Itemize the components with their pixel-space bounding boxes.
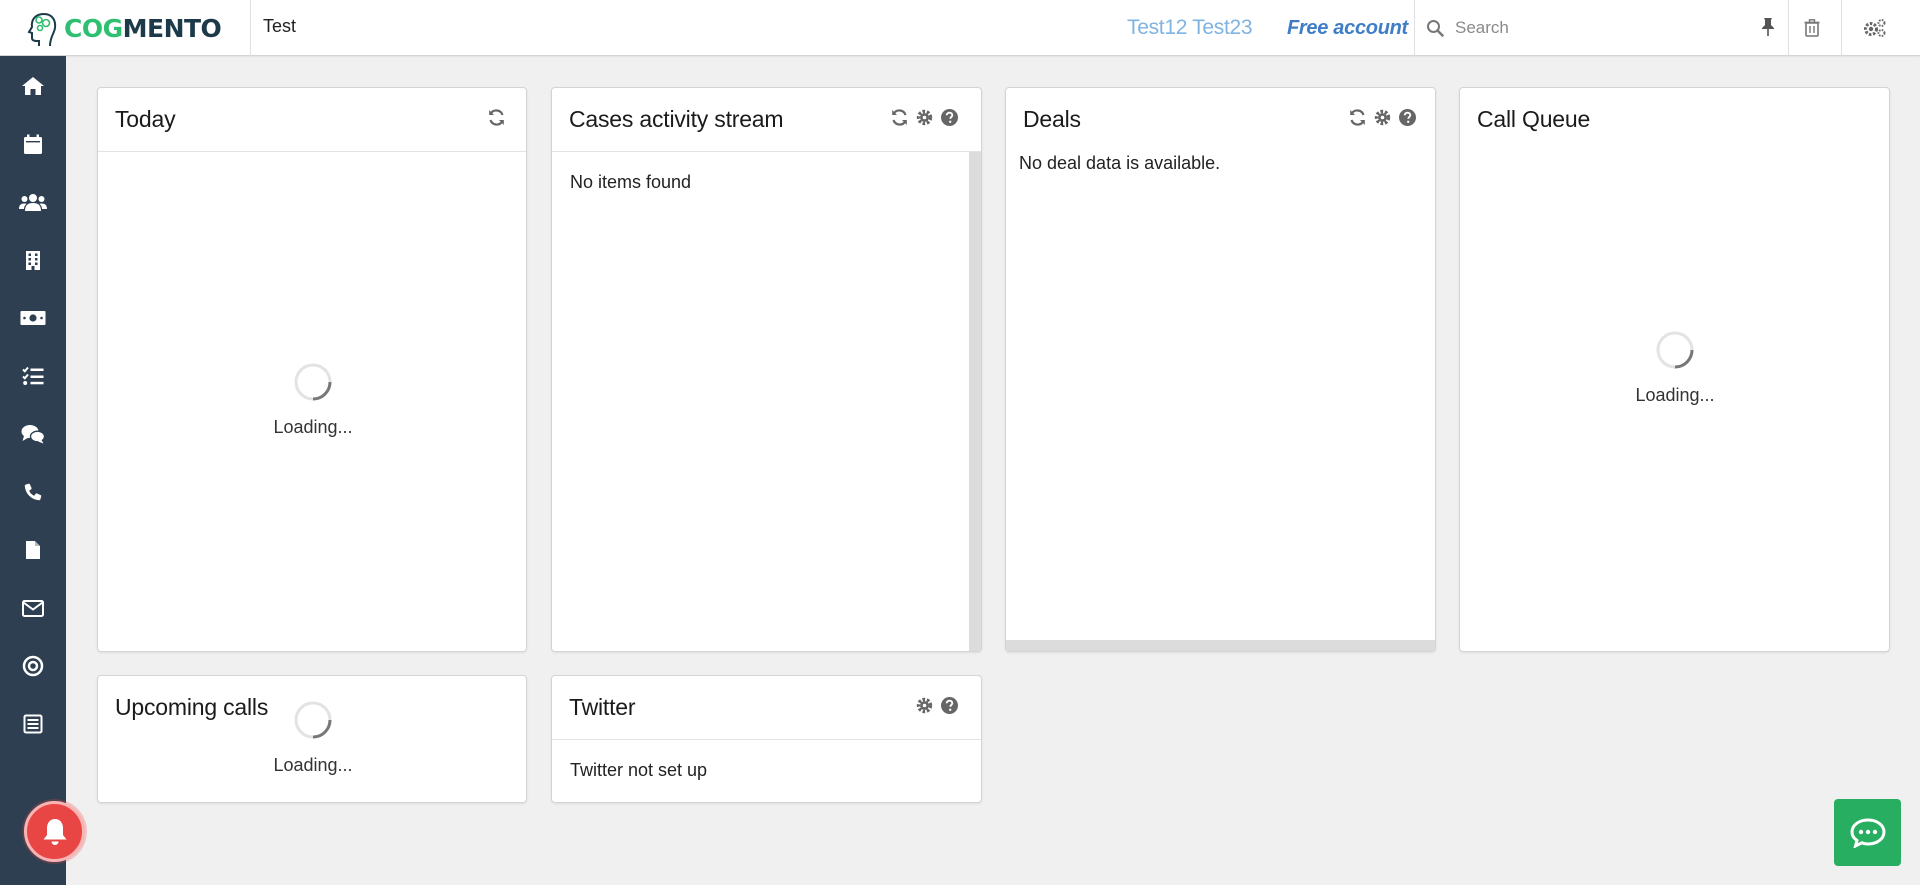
logo-text-mento: MENTO xyxy=(122,13,222,43)
scrollbar[interactable] xyxy=(969,152,981,651)
sidebar-item-calendar[interactable] xyxy=(0,124,66,164)
trash-icon xyxy=(1804,19,1819,37)
sidebar-item-deals[interactable] xyxy=(0,298,66,338)
search-icon xyxy=(1415,19,1449,37)
sidebar-item-email[interactable] xyxy=(0,588,66,628)
trash-button[interactable] xyxy=(1782,0,1842,56)
upcoming-calls-card: Upcoming calls Loading... xyxy=(97,675,527,803)
sidebar-item-contacts[interactable] xyxy=(0,182,66,222)
calls-icon xyxy=(24,483,42,501)
today-loader: Loading... xyxy=(253,362,373,438)
gear-icon[interactable] xyxy=(915,696,934,715)
call-queue-card: Call Queue Loading... xyxy=(1459,87,1890,652)
refresh-icon[interactable] xyxy=(487,108,506,127)
notification-bell-button[interactable] xyxy=(24,801,85,862)
home-icon xyxy=(22,77,44,95)
sidebar-item-calls[interactable] xyxy=(0,472,66,512)
sidebar-item-forms[interactable] xyxy=(0,704,66,744)
upcoming-calls-loader: Loading... xyxy=(253,700,373,776)
loading-spinner-icon xyxy=(294,701,332,739)
cases-icon xyxy=(21,425,45,444)
sidebar xyxy=(0,56,66,885)
campaigns-icon xyxy=(22,655,44,677)
deals-icon xyxy=(20,311,46,325)
today-card: Today Loading... xyxy=(97,87,527,652)
refresh-icon[interactable] xyxy=(890,108,909,127)
brain-head-icon xyxy=(27,13,57,47)
today-card-title: Today xyxy=(115,106,176,132)
deals-card: Deals No deal data is available. xyxy=(1005,87,1436,652)
cases-activity-card: Cases activity stream No items found xyxy=(551,87,982,652)
page-name: Test xyxy=(263,16,297,36)
twitter-card-title: Twitter xyxy=(569,694,636,720)
deals-card-title: Deals xyxy=(1023,106,1081,132)
sidebar-item-companies[interactable] xyxy=(0,240,66,280)
call-queue-loader: Loading... xyxy=(1615,330,1735,406)
sidebar-item-tasks[interactable] xyxy=(0,356,66,396)
deals-empty-message: No deal data is available. xyxy=(1019,153,1221,173)
account-type-link[interactable]: Free account xyxy=(1287,17,1408,40)
bell-icon xyxy=(43,818,66,845)
sidebar-item-documents[interactable] xyxy=(0,530,66,570)
gear-icon[interactable] xyxy=(1373,108,1392,127)
calendar-icon xyxy=(24,134,42,154)
help-icon[interactable] xyxy=(940,108,959,127)
search-bar[interactable] xyxy=(1414,0,1789,56)
settings-button[interactable] xyxy=(1845,0,1905,56)
chat-icon xyxy=(1849,817,1886,848)
call-queue-card-title: Call Queue xyxy=(1477,106,1591,132)
loading-spinner-icon xyxy=(1656,331,1694,369)
twitter-card: Twitter Twitter not set up xyxy=(551,675,982,803)
logo-text-cog: COG xyxy=(64,13,123,43)
horizontal-scrollbar[interactable] xyxy=(1006,640,1435,651)
sidebar-item-cases[interactable] xyxy=(0,414,66,454)
twitter-empty-message: Twitter not set up xyxy=(570,760,708,780)
sidebar-item-home[interactable] xyxy=(0,66,66,106)
loading-spinner-icon xyxy=(294,363,332,401)
companies-icon xyxy=(26,250,40,270)
settings-icon xyxy=(1864,19,1886,37)
contacts-icon xyxy=(19,194,47,211)
search-input[interactable] xyxy=(1449,18,1739,38)
upcoming-calls-loading-text: Loading... xyxy=(273,755,353,775)
help-icon[interactable] xyxy=(1398,108,1417,127)
pin-icon[interactable] xyxy=(1760,17,1776,42)
top-bar: COGMENTO Test Test12 Test23 Free account xyxy=(0,0,1920,56)
gear-icon[interactable] xyxy=(915,108,934,127)
cases-card-title: Cases activity stream xyxy=(569,106,784,132)
user-name-link[interactable]: Test12 Test23 xyxy=(1127,16,1253,40)
cases-empty-message: No items found xyxy=(570,172,692,192)
refresh-icon[interactable] xyxy=(1348,108,1367,127)
call-queue-loading-text: Loading... xyxy=(1635,385,1715,405)
today-loading-text: Loading... xyxy=(273,417,353,437)
forms-icon xyxy=(23,714,43,734)
documents-icon xyxy=(26,541,40,559)
help-icon[interactable] xyxy=(940,696,959,715)
email-icon xyxy=(22,599,44,617)
tasks-icon xyxy=(22,366,44,385)
sidebar-item-campaigns[interactable] xyxy=(0,646,66,686)
logo[interactable]: COGMENTO xyxy=(0,0,251,56)
upcoming-calls-card-title: Upcoming calls xyxy=(115,694,269,720)
chat-button[interactable] xyxy=(1834,799,1901,866)
